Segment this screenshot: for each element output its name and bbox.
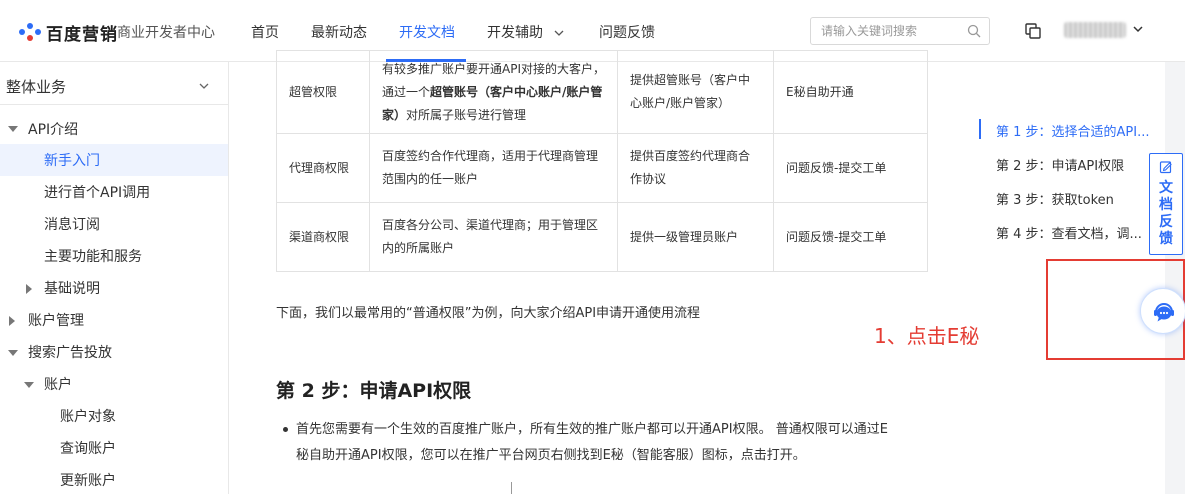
table-cell: E秘自助开通 [773,50,928,134]
bullet-text: 首先您需要有一个生效的百度推广账户，所有生效的推广账户都可以开通API权限。 普… [296,422,888,437]
sidebar-item-main-features[interactable]: 主要功能和服务 [44,241,142,273]
bullet-icon [283,427,288,432]
caret-right-icon[interactable] [26,284,32,294]
divider [0,104,228,105]
sidebar-title[interactable]: 整体业务 [6,76,66,97]
chevron-down-icon[interactable] [553,27,565,39]
brand-name[interactable]: 百度营销 [46,20,118,45]
search-box[interactable] [810,17,990,45]
table-cell: 问题反馈-提交工单 [773,202,928,272]
sidebar-item-account-object[interactable]: 账户对象 [60,401,116,433]
chat-headset-icon [1154,303,1174,322]
table-row: 代理商权限 百度签约合作代理商，适用于代理商管理范围内的任一账户 提供百度签约代… [276,133,928,203]
brand-subtitle: 商业开发者中心 [117,25,215,41]
edit-icon [1159,161,1172,174]
sidebar-item-getting-started[interactable]: 新手入门 [44,145,100,177]
cell-text: 对所属子账号进行管理 [406,107,527,122]
doc-feedback-tab[interactable]: 文档反馈 [1149,153,1183,255]
baidu-marketing-logo-icon [19,23,41,41]
table-cell: 渠道商权限 [276,202,370,272]
active-item-highlight [0,144,228,176]
sidebar-item-api-intro[interactable]: API介绍 [28,114,78,146]
caret-down-icon[interactable] [8,126,18,132]
caret-right-icon[interactable] [9,316,15,326]
divider [511,482,512,494]
table-row: 超管权限 有较多推广账户要开通API对接的大客户，通过一个超管账号（客户中心账户… [276,50,928,134]
toc-item-step-2[interactable]: 第 2 步：申请API权限 [996,155,1124,174]
toc-item-step-1[interactable]: 第 1 步：选择合适的API... [996,121,1150,140]
nav-dev-docs[interactable]: 开发文档 [399,22,455,42]
chevron-down-icon[interactable] [198,80,210,92]
table-cell: 提供一级管理员账户 [617,202,774,272]
intro-paragraph: 下面，我们以最常用的“普通权限”为例，向大家介绍API申请开通使用流程 [276,306,701,321]
table-cell: 百度各分公司、渠道代理商；用于管理区内的所属账户 [369,202,618,272]
section-heading: 第 2 步：申请API权限 [276,380,472,402]
bullet-text: 秘自助开通API权限，您可以在推广平台网页右侧找到E秘（智能客服）图标，点击打开… [296,448,806,463]
sidebar-item-first-api-call[interactable]: 进行首个API调用 [44,177,150,209]
sidebar-item-basics[interactable]: 基础说明 [44,273,100,305]
table-row: 渠道商权限 百度各分公司、渠道代理商；用于管理区内的所属账户 提供一级管理员账户… [276,202,928,272]
avatar [1064,22,1126,38]
table-cell: 代理商权限 [276,133,370,203]
table-cell: 提供超管账号（客户中心账户/账户管家） [617,50,774,134]
nav-dev-tools[interactable]: 开发辅助 [487,22,543,42]
sidebar-item-search-ads[interactable]: 搜索广告投放 [28,337,112,369]
sidebar-item-update-account[interactable]: 更新账户 [60,465,116,497]
nav-home[interactable]: 首页 [251,22,279,42]
toc-item-step-3[interactable]: 第 3 步：获取token [996,189,1114,208]
table-cell: 提供百度签约代理商合作协议 [617,133,774,203]
search-input[interactable] [821,22,961,40]
annotation-label: 1、点击E秘 [874,324,980,348]
copy-icon[interactable] [1024,22,1042,40]
chevron-down-icon[interactable] [1132,23,1144,35]
sidebar-item-account[interactable]: 账户 [44,369,72,401]
doc-feedback-label: 文档反馈 [1159,180,1173,247]
toc-active-indicator [979,119,981,139]
sidebar-item-query-account[interactable]: 查询账户 [60,433,116,465]
permission-table: 超管权限 有较多推广账户要开通API对接的大客户，通过一个超管账号（客户中心账户… [276,50,928,272]
caret-down-icon[interactable] [24,382,34,388]
emi-customer-service-button[interactable] [1140,288,1185,334]
sidebar-item-message-subscription[interactable]: 消息订阅 [44,209,100,241]
user-account-menu[interactable] [1064,20,1144,40]
table-cell: 百度签约合作代理商，适用于代理商管理范围内的任一账户 [369,133,618,203]
table-cell: 超管权限 [276,50,370,134]
table-cell: 问题反馈-提交工单 [773,133,928,203]
sidebar-item-account-management[interactable]: 账户管理 [28,305,84,337]
nav-feedback[interactable]: 问题反馈 [599,22,655,42]
table-cell: 有较多推广账户要开通API对接的大客户，通过一个超管账号（客户中心账户/账户管家… [369,50,618,134]
nav-latest-news[interactable]: 最新动态 [311,22,367,42]
caret-down-icon[interactable] [8,350,18,356]
search-icon[interactable] [967,24,981,38]
toc-item-step-4[interactable]: 第 4 步：查看文档，调... [996,223,1142,242]
sidebar: 整体业务 API介绍 新手入门 进行首个API调用 消息订阅 主要功能和服务 基… [0,62,229,494]
